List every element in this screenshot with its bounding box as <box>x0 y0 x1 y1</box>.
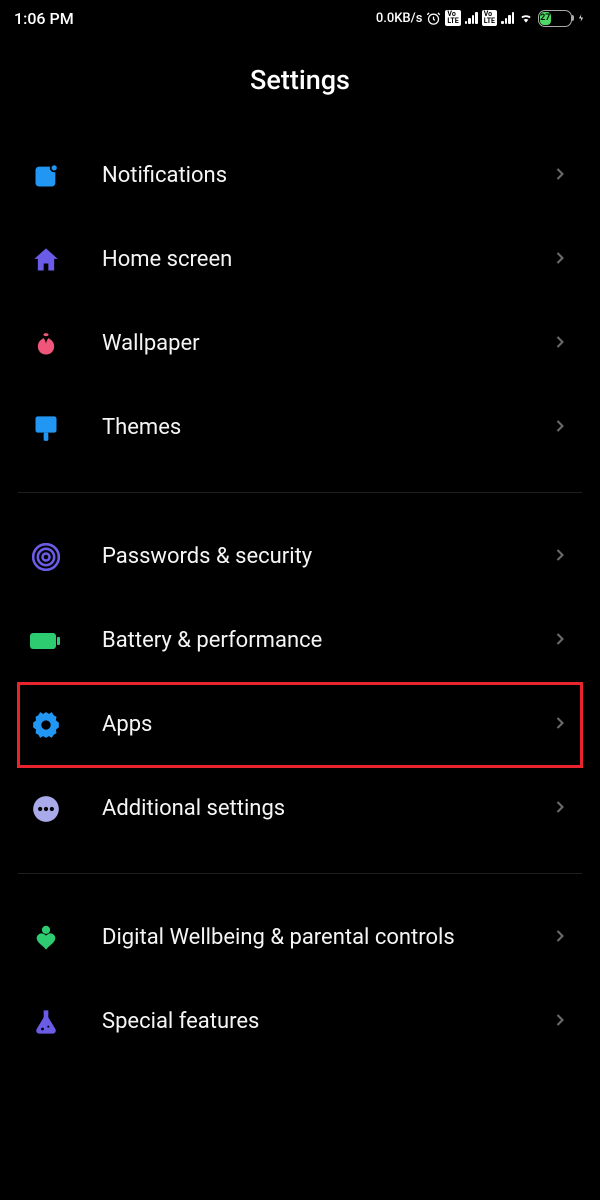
signal-icon-1 <box>465 12 478 24</box>
setting-label: Battery & performance <box>102 627 550 655</box>
setting-label: Wallpaper <box>102 330 550 358</box>
home-icon <box>30 244 62 276</box>
charging-icon <box>576 11 586 25</box>
more-icon <box>30 793 62 825</box>
setting-label: Special features <box>102 1008 550 1036</box>
chevron-right-icon <box>550 248 570 272</box>
setting-digital-wellbeing[interactable]: Digital Wellbeing & parental controls <box>18 896 582 980</box>
chevron-right-icon <box>550 713 570 737</box>
chevron-right-icon <box>550 164 570 188</box>
chevron-right-icon <box>550 797 570 821</box>
divider <box>18 873 582 874</box>
setting-special-features[interactable]: Special features <box>18 980 582 1064</box>
chevron-right-icon <box>550 629 570 653</box>
setting-label: Themes <box>102 414 550 442</box>
wallpaper-icon <box>30 328 62 360</box>
setting-home-screen[interactable]: Home screen <box>18 218 582 302</box>
settings-group-1: Notifications Home screen Wallpaper Them… <box>0 134 600 470</box>
fingerprint-icon <box>30 541 62 573</box>
wellbeing-icon <box>30 922 62 954</box>
status-indicators: 0.0KB/s VoLTE VoLTE 27 <box>376 10 586 27</box>
chevron-right-icon <box>550 926 570 950</box>
status-time: 1:06 PM <box>14 9 74 28</box>
data-rate: 0.0KB/s <box>376 11 423 26</box>
volte-icon-2: VoLTE <box>482 10 497 26</box>
notifications-icon <box>30 160 62 192</box>
volte-icon: VoLTE <box>445 10 460 26</box>
setting-label: Digital Wellbeing & parental controls <box>102 924 550 952</box>
battery-icon: 27 <box>538 10 572 27</box>
setting-battery-performance[interactable]: Battery & performance <box>18 599 582 683</box>
chevron-right-icon <box>550 416 570 440</box>
setting-wallpaper[interactable]: Wallpaper <box>18 302 582 386</box>
chevron-right-icon <box>550 1010 570 1034</box>
alarm-icon <box>426 11 441 26</box>
chevron-right-icon <box>550 545 570 569</box>
gear-icon <box>30 709 62 741</box>
status-bar: 1:06 PM 0.0KB/s VoLTE VoLTE 27 <box>0 0 600 36</box>
setting-label: Home screen <box>102 246 550 274</box>
battery-level: 27 <box>540 12 551 25</box>
signal-icon-2 <box>501 12 514 24</box>
setting-themes[interactable]: Themes <box>18 386 582 470</box>
divider <box>18 492 582 493</box>
setting-label: Apps <box>102 711 550 739</box>
setting-label: Additional settings <box>102 795 550 823</box>
settings-group-2: Passwords & security Battery & performan… <box>0 515 600 851</box>
setting-label: Passwords & security <box>102 543 550 571</box>
setting-apps[interactable]: Apps <box>18 683 582 767</box>
setting-additional[interactable]: Additional settings <box>18 767 582 851</box>
setting-label: Notifications <box>102 162 550 190</box>
settings-group-3: Digital Wellbeing & parental controls Sp… <box>0 896 600 1064</box>
wifi-icon <box>518 11 534 25</box>
flask-icon <box>30 1006 62 1038</box>
chevron-right-icon <box>550 332 570 356</box>
themes-icon <box>30 412 62 444</box>
page-title: Settings <box>0 36 600 134</box>
battery-perf-icon <box>30 625 62 657</box>
setting-passwords-security[interactable]: Passwords & security <box>18 515 582 599</box>
setting-notifications[interactable]: Notifications <box>18 134 582 218</box>
